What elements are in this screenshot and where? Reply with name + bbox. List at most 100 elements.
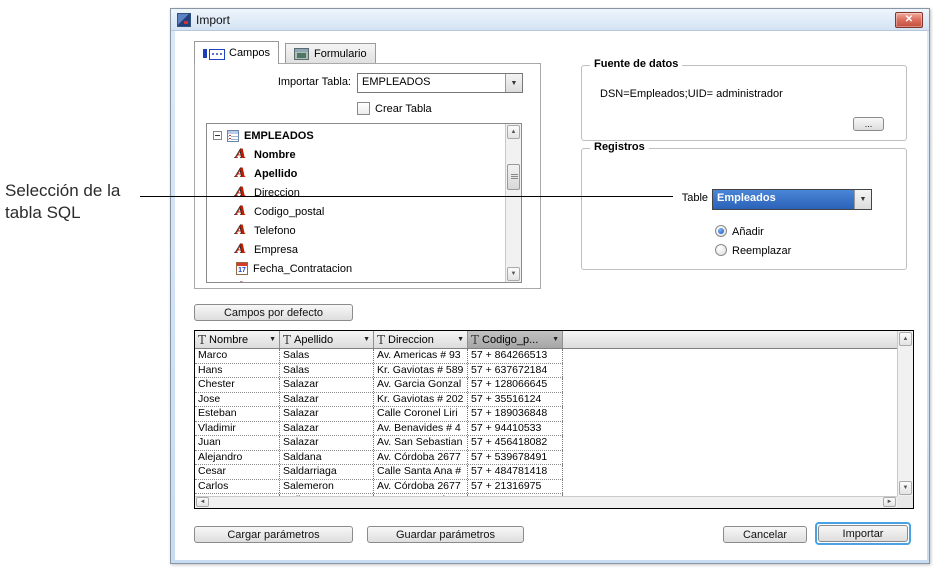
grid-vertical-scrollbar[interactable]: ▲ ▼ (897, 331, 913, 496)
grid-cell: Calle Santa Ana # (374, 465, 468, 479)
tab-formulario[interactable]: Formulario (285, 43, 376, 64)
grid-row[interactable]: MarcoSalasAv. Americas # 9357 + 86426651… (195, 349, 563, 364)
create-table-checkbox[interactable] (357, 102, 370, 115)
collapse-icon[interactable] (213, 131, 222, 140)
radio-anadir[interactable] (715, 225, 727, 237)
scroll-left-icon[interactable]: ◄ (196, 497, 209, 507)
grid-row[interactable]: ChesterSalazarAv. Garcia Gonzal57 + 1280… (195, 378, 563, 393)
import-table-combobox[interactable]: EMPLEADOS ▼ (357, 73, 523, 93)
column-menu-icon[interactable]: ▼ (363, 336, 370, 343)
tree-item-label: Apellido (254, 168, 297, 180)
cancel-button[interactable]: Cancelar (723, 526, 807, 543)
tree-scroll-thumb[interactable] (507, 164, 520, 190)
grid-column-header-1[interactable]: TNombre▼ (195, 331, 280, 348)
grid-cell: Av. Córdoba 2677 (374, 451, 468, 465)
screenshot-stage: Selección de la tabla SQL Import ✕ Campo… (0, 0, 933, 568)
load-parameters-button[interactable]: Cargar parámetros (194, 526, 353, 543)
records-table-combobox[interactable]: Empleados ▼ (712, 189, 872, 210)
table-label: Table (648, 192, 708, 204)
grid-cell: Av. Córdoba 2677 (374, 480, 468, 494)
grid-cell: 57 + 35516124 (468, 393, 563, 407)
grid-column-label: Apellido (294, 334, 333, 346)
grid-cell: 57 + 456418082 (468, 436, 563, 450)
column-menu-icon[interactable]: ▼ (457, 336, 464, 343)
tree-item-label: Nombre (254, 149, 296, 161)
grid-row[interactable]: JoseSalazarKr. Gaviotas # 20257 + 355161… (195, 393, 563, 408)
tree-item-label: Telefono (254, 225, 296, 237)
browse-button[interactable]: ... (853, 117, 884, 131)
grid-cell: Esteban (195, 407, 280, 421)
grid-row[interactable]: CesarSaldarriagaCalle Santa Ana #57 + 48… (195, 465, 563, 480)
grid-column-header-4[interactable]: TCodigo_p... ▼ (468, 331, 563, 348)
grid-row[interactable]: CarlosSalemeronAv. Córdoba 267757 + 2131… (195, 480, 563, 495)
grid-cell: Salazar (280, 393, 374, 407)
grid-row[interactable]: EstebanSalazarCalle Coronel Liri57 + 189… (195, 407, 563, 422)
scroll-down-icon[interactable]: ▼ (899, 481, 912, 495)
scroll-up-icon[interactable]: ▲ (507, 125, 520, 139)
close-button[interactable]: ✕ (895, 12, 923, 28)
tree-item-root[interactable]: EMPLEADOS (207, 126, 505, 145)
grid-cell: Jose (195, 393, 280, 407)
text-type-icon: T (283, 333, 291, 347)
grid-cell: Kr. Gaviotas # 589 (374, 364, 468, 378)
preview-grid: TNombre▼TApellido▼TDireccion▼TCodigo_p..… (194, 330, 914, 509)
radio-reemplazar[interactable] (715, 244, 727, 256)
import-table-value: EMPLEADOS (358, 74, 505, 92)
grid-cell: Saldarriaga (280, 465, 374, 479)
save-parameters-button[interactable]: Guardar parámetros (367, 526, 524, 543)
grid-row[interactable]: JuanSalazarAv. San Sebastian57 + 4564180… (195, 436, 563, 451)
annotation-line1: Selección de la (5, 180, 155, 202)
scroll-up-icon[interactable]: ▲ (899, 332, 912, 346)
tree-item-label: Codigo_postal (254, 206, 324, 218)
tree-item-empresa[interactable]: AEmpresa (207, 240, 505, 259)
form-icon (294, 48, 309, 60)
field-tree[interactable]: EMPLEADOSANombreAApellidoADireccionACodi… (206, 123, 522, 283)
scroll-right-icon[interactable]: ► (883, 497, 896, 507)
text-type-icon: T (471, 333, 479, 347)
field-tree-rows: EMPLEADOSANombreAApellidoADireccionACodi… (207, 124, 505, 282)
window-title: Import (196, 13, 230, 27)
annotation-label: Selección de la tabla SQL (5, 180, 155, 224)
titlebar[interactable]: Import (171, 9, 929, 31)
grid-cell: Cesar (195, 465, 280, 479)
tree-vertical-scrollbar[interactable]: ▲ ▼ (505, 124, 521, 282)
tree-item-apellido[interactable]: AApellido (207, 164, 505, 183)
table-icon (227, 130, 239, 142)
default-fields-button[interactable]: Campos por defecto (194, 304, 353, 321)
annotation-line2: tabla SQL (5, 202, 155, 224)
tree-item-label: Ciudad (254, 282, 289, 283)
tree-item-nombre[interactable]: ANombre (207, 145, 505, 164)
grid-row[interactable]: AlejandroSaldanaAv. Córdoba 267757 + 539… (195, 451, 563, 466)
import-button[interactable]: Importar (818, 525, 908, 542)
grid-row[interactable]: HansSalasKr. Gaviotas # 58957 + 63767218… (195, 364, 563, 379)
grid-cell: 57 + 21316975 (468, 480, 563, 494)
grid-cell: 57 + 189036848 (468, 407, 563, 421)
grid-column-header-2[interactable]: TApellido ▼ (280, 331, 374, 348)
tree-item-fecha_contratacion[interactable]: 17Fecha_Contratacion (207, 259, 505, 278)
tree-item-label: Empresa (254, 244, 298, 256)
grid-cell: 57 + 94410533 (468, 422, 563, 436)
column-menu-icon[interactable]: ▼ (269, 336, 276, 343)
grid-row[interactable]: VladimirSalazarAv. Benavides # 457 + 944… (195, 422, 563, 437)
grid-column-header-3[interactable]: TDireccion▼ (374, 331, 468, 348)
grid-column-label: Codigo_p... (482, 334, 538, 346)
grid-horizontal-scrollbar[interactable]: ◄ ► (195, 496, 897, 508)
tree-item-telefono[interactable]: ATelefono (207, 221, 505, 240)
chevron-down-icon[interactable]: ▼ (854, 190, 871, 209)
tree-item-label: Fecha_Contratacion (253, 263, 352, 275)
dsn-text: DSN=Empleados;UID= administrador (600, 88, 783, 100)
tab-campos[interactable]: Campos (194, 41, 279, 64)
fields-icon (203, 48, 224, 59)
grid-cell: Calle Coronel Liri (374, 407, 468, 421)
tree-item-codigo_postal[interactable]: ACodigo_postal (207, 202, 505, 221)
grid-column-label: Nombre (209, 334, 248, 346)
scroll-down-icon[interactable]: ▼ (507, 267, 520, 281)
grid-body[interactable]: MarcoSalasAv. Americas # 9357 + 86426651… (195, 349, 897, 496)
tree-item-direccion[interactable]: ADireccion (207, 183, 505, 202)
chevron-down-icon[interactable]: ▼ (505, 74, 522, 92)
grid-cell: Salas (280, 364, 374, 378)
text-type-icon: T (377, 333, 385, 347)
tree-item-ciudad[interactable]: ACiudad (207, 278, 505, 282)
column-menu-icon[interactable]: ▼ (552, 336, 559, 343)
annotation-callout-line (140, 196, 673, 197)
